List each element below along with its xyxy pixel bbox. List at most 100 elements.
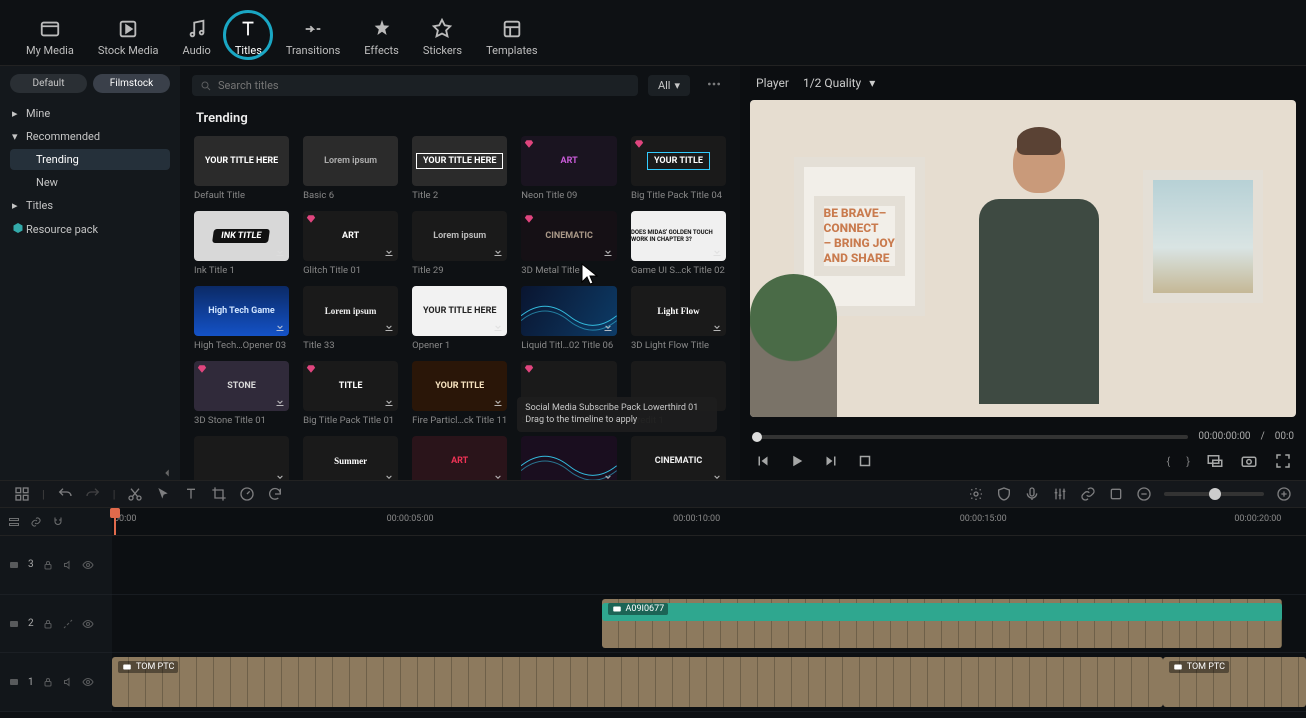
download-icon[interactable]: [383, 246, 395, 258]
title-card[interactable]: YOUR TITLE HERETitle 2: [412, 136, 507, 201]
more-options-button[interactable]: [700, 72, 728, 99]
pill-default[interactable]: Default: [10, 74, 87, 93]
mute-icon[interactable]: [62, 676, 74, 688]
text-tool-button[interactable]: [183, 486, 199, 502]
link-icon[interactable]: [1080, 486, 1096, 502]
tab-stock-media[interactable]: Stock Media: [86, 18, 171, 57]
sidebar-item-mine[interactable]: ▸ Mine: [10, 103, 170, 124]
track-header-1[interactable]: 1: [0, 653, 112, 712]
title-thumbnail[interactable]: ART: [303, 211, 398, 261]
title-card[interactable]: Lorem ipsumBasic 6: [303, 136, 398, 201]
download-icon[interactable]: [274, 471, 286, 480]
search-input-wrapper[interactable]: [192, 75, 638, 96]
prev-frame-button[interactable]: [754, 452, 772, 470]
stop-button[interactable]: [856, 452, 874, 470]
title-thumbnail[interactable]: YOUR TITLE HERE: [194, 136, 289, 186]
magnet-icon[interactable]: [52, 516, 64, 528]
clip-tom-1[interactable]: TOM PTC: [112, 657, 1163, 707]
tab-my-media[interactable]: My Media: [14, 18, 86, 57]
title-card[interactable]: Lorem ipsumTitle 33: [303, 286, 398, 351]
title-card[interactable]: Liquid Titl…02 Title 06: [521, 286, 617, 351]
brace-right-icon[interactable]: }: [1186, 455, 1190, 468]
title-card[interactable]: YOUR TITLEBig Title Pack Title 04: [631, 136, 726, 201]
track-header-2[interactable]: 2: [0, 595, 112, 654]
player-scrubber[interactable]: [752, 435, 1188, 439]
tab-transitions[interactable]: Transitions: [274, 18, 352, 57]
preview-viewport[interactable]: BE BRAVE– CONNECT – BRING JOY AND SHARE: [750, 100, 1296, 417]
title-card[interactable]: Lorem ipsumTitle 29: [412, 211, 507, 276]
title-card[interactable]: YOUR TITLE HEREDefault Title: [194, 136, 289, 201]
title-thumbnail[interactable]: CINEMATIC: [631, 436, 726, 480]
clip-a09[interactable]: A09I0677: [602, 599, 1283, 649]
link-tracks-icon[interactable]: [30, 516, 42, 528]
sidebar-item-resource-pack[interactable]: Resource pack: [10, 218, 170, 241]
download-icon[interactable]: [274, 396, 286, 408]
tab-templates[interactable]: Templates: [474, 18, 549, 57]
unlink-icon[interactable]: [62, 618, 74, 630]
title-card[interactable]: High Tech GameHigh Tech…Opener 03: [194, 286, 289, 351]
download-icon[interactable]: [602, 471, 614, 480]
mute-icon[interactable]: [62, 559, 74, 571]
eye-icon[interactable]: [82, 618, 94, 630]
quality-dropdown[interactable]: 1/2 Quality ▾: [803, 76, 875, 90]
title-card[interactable]: INK TITLEInk Title 1: [194, 211, 289, 276]
download-icon[interactable]: [383, 396, 395, 408]
collapse-sidebar-icon[interactable]: [160, 466, 174, 480]
brace-left-icon[interactable]: {: [1167, 455, 1171, 468]
track-header-3[interactable]: 3: [0, 536, 112, 595]
title-card[interactable]: ART: [412, 436, 507, 480]
pointer-button[interactable]: [155, 486, 171, 502]
shield-icon[interactable]: [996, 486, 1012, 502]
eye-icon[interactable]: [82, 676, 94, 688]
title-thumbnail[interactable]: Light Flow: [631, 286, 726, 336]
title-card[interactable]: ARTGlitch Title 01: [303, 211, 398, 276]
title-thumbnail[interactable]: ART: [521, 136, 617, 186]
lock-icon[interactable]: [42, 559, 54, 571]
detach-preview-button[interactable]: [1206, 452, 1224, 470]
title-thumbnail[interactable]: YOUR TITLE: [631, 136, 726, 186]
snapshot-button[interactable]: [1240, 452, 1258, 470]
layout-icon[interactable]: [14, 486, 30, 502]
title-card[interactable]: TITLEBig Title Pack Title 01: [303, 361, 398, 426]
pill-filmstock[interactable]: Filmstock: [93, 74, 170, 93]
download-icon[interactable]: [492, 246, 504, 258]
playhead[interactable]: [114, 508, 116, 535]
lock-icon[interactable]: [42, 676, 54, 688]
title-thumbnail[interactable]: YOUR TITLE HERE: [412, 136, 507, 186]
clip-tom-2[interactable]: TOM PTC: [1163, 657, 1306, 707]
title-thumbnail[interactable]: High Tech Game: [194, 286, 289, 336]
download-icon[interactable]: [383, 471, 395, 480]
title-thumbnail[interactable]: DOES MIDAS' GOLDEN TOUCH WORK IN CHAPTER…: [631, 211, 726, 261]
mixer-icon[interactable]: [1052, 486, 1068, 502]
title-card[interactable]: YOUR TITLEFire Particl…ck Title 11: [412, 361, 507, 426]
play-button[interactable]: [788, 452, 806, 470]
title-thumbnail[interactable]: YOUR TITLE HERE: [412, 286, 507, 336]
zoom-slider[interactable]: [1164, 492, 1264, 496]
next-frame-button[interactable]: [822, 452, 840, 470]
title-thumbnail[interactable]: [521, 286, 617, 336]
title-thumbnail[interactable]: ART: [412, 436, 507, 480]
title-card[interactable]: Social Media Subscribe Pack Lowerthird 0…: [521, 361, 617, 426]
enhance-button[interactable]: [968, 486, 984, 502]
title-thumbnail[interactable]: Lorem ipsum: [303, 136, 398, 186]
title-card[interactable]: Light Flow3D Light Flow Title: [631, 286, 726, 351]
title-thumbnail[interactable]: [194, 436, 289, 480]
sidebar-item-new[interactable]: New: [10, 172, 170, 193]
tab-titles[interactable]: Titles: [223, 18, 274, 57]
title-card[interactable]: STONE3D Stone Title 01: [194, 361, 289, 426]
sidebar-item-recommended[interactable]: ▾ Recommended: [10, 126, 170, 147]
title-thumbnail[interactable]: Lorem ipsum: [303, 286, 398, 336]
lock-icon[interactable]: [42, 618, 54, 630]
reverse-button[interactable]: [267, 486, 283, 502]
sidebar-item-titles[interactable]: ▸ Titles: [10, 195, 170, 216]
title-thumbnail[interactable]: Lorem ipsum: [412, 211, 507, 261]
track-3[interactable]: [112, 536, 1306, 595]
track-list-icon[interactable]: [8, 516, 20, 528]
tab-stickers[interactable]: Stickers: [411, 18, 474, 57]
title-card[interactable]: [194, 436, 289, 480]
fullscreen-button[interactable]: [1274, 452, 1292, 470]
tab-audio[interactable]: Audio: [171, 18, 223, 57]
title-card[interactable]: YOUR TITLE HEREOpener 1: [412, 286, 507, 351]
track-1[interactable]: TOM PTC TOM PTC: [112, 653, 1306, 712]
timeline-ruler[interactable]: 00:00 00:00:05:00 00:00:10:00 00:00:15:0…: [112, 508, 1306, 536]
